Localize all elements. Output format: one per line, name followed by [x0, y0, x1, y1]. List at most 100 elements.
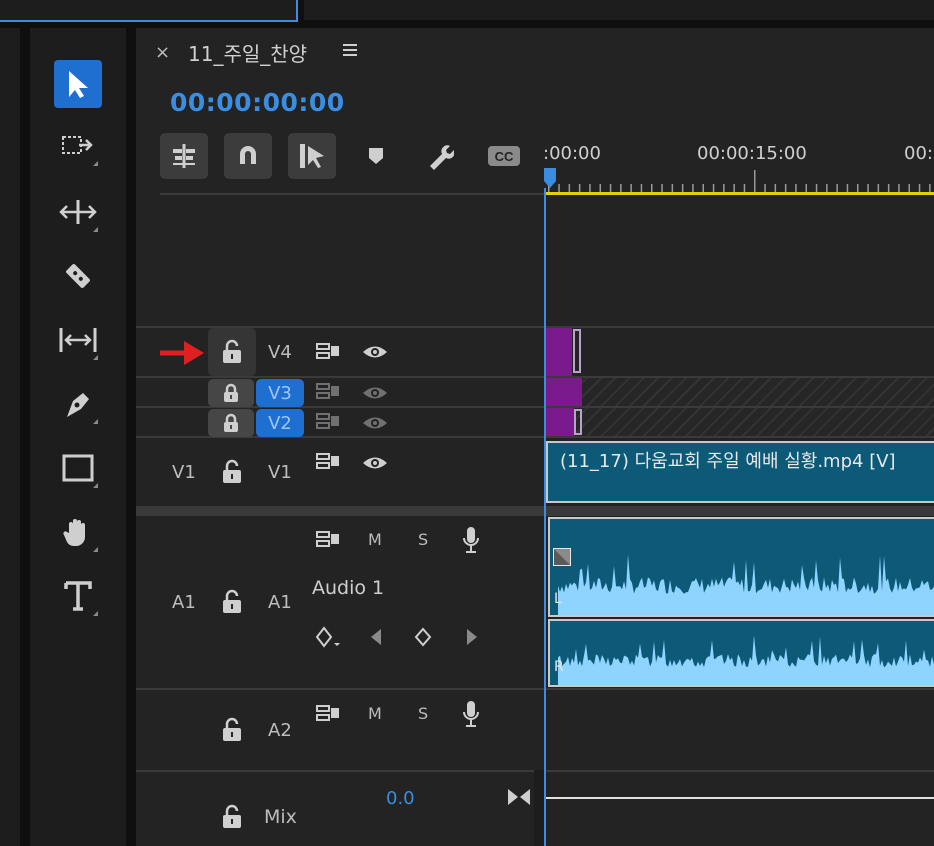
source-patch-a1[interactable]: A1 [172, 592, 196, 613]
channel-label-left: L [554, 591, 562, 607]
add-keyframe-icon[interactable] [413, 626, 433, 648]
keyframe-toggle-box[interactable] [553, 548, 571, 566]
slip-icon [59, 328, 97, 352]
red-pointer-arrow [158, 338, 206, 372]
source-patch-v1[interactable]: V1 [172, 462, 196, 483]
unlock-icon [223, 589, 241, 613]
mute-button-a1[interactable]: M [368, 530, 382, 549]
hand-tool[interactable] [54, 508, 102, 556]
add-marker-button[interactable] [358, 140, 394, 172]
sync-lock-icon[interactable] [314, 450, 342, 474]
track-lock-mix[interactable] [219, 803, 245, 831]
track-name-v2: V2 [268, 412, 292, 434]
sequence-title[interactable]: 11_주일_찬양 [188, 38, 307, 67]
marker-icon [369, 148, 383, 164]
wrench-icon [430, 145, 454, 170]
selection-tool[interactable] [54, 60, 102, 108]
top-left-panel [0, 0, 298, 22]
sync-lock-icon[interactable] [314, 381, 342, 403]
waveform-left [558, 554, 934, 615]
pen-tool[interactable] [54, 380, 102, 428]
track-name-v1: V1 [268, 462, 292, 483]
mute-button-a2[interactable]: M [368, 704, 382, 723]
track-name-v3: V3 [268, 382, 292, 404]
slip-tool[interactable] [54, 316, 102, 364]
v2-clip[interactable] [546, 408, 574, 436]
eye-icon[interactable] [360, 451, 390, 475]
eye-icon[interactable] [360, 412, 390, 434]
playhead-timecode[interactable]: 00:00:00:00 [170, 88, 345, 117]
lock-icon [224, 383, 238, 402]
v3-clip[interactable] [546, 378, 582, 406]
track-divider [136, 326, 934, 328]
mix-volume-value[interactable]: 0.0 [386, 788, 415, 809]
audio-clip-right[interactable]: R [548, 619, 934, 687]
track-target-v2[interactable]: V2 [256, 409, 304, 437]
close-icon[interactable]: × [155, 42, 170, 63]
track-lock-v2[interactable] [208, 409, 254, 437]
type-tool[interactable] [54, 572, 102, 620]
track-target-v3[interactable]: V3 [256, 379, 304, 407]
sync-lock-icon[interactable] [314, 702, 342, 726]
pan-balance-icon[interactable] [507, 786, 531, 808]
sync-lock-icon[interactable] [314, 528, 342, 552]
v2-empty-hatch [546, 408, 934, 436]
video-audio-separator[interactable] [136, 506, 934, 516]
pen-icon [67, 393, 89, 417]
solo-button-a2[interactable]: S [418, 704, 428, 723]
ruler-label-1: 00:00:15:00 [697, 143, 807, 164]
unlock-icon [223, 717, 241, 741]
track-lock-a2[interactable] [219, 716, 245, 744]
video-clip[interactable]: (11_17) 다움교회 주일 예배 실황.mp4 [V] [546, 441, 934, 503]
track-lock-a1[interactable] [219, 588, 245, 616]
v3-empty-hatch [546, 378, 934, 406]
selection-arrow-icon [69, 71, 88, 98]
v2-clip-end[interactable] [574, 409, 582, 435]
razor-tool[interactable] [54, 252, 102, 300]
eye-icon[interactable] [360, 340, 390, 364]
v4-clip-end[interactable] [573, 329, 581, 373]
unlock-icon [223, 459, 241, 483]
linked-selection-button[interactable] [288, 133, 336, 179]
waveform-right [558, 635, 934, 685]
channel-label-right: R [554, 659, 564, 675]
microphone-icon[interactable] [460, 526, 482, 554]
svg-text:CC: CC [495, 149, 514, 164]
track-select-tool[interactable] [54, 122, 102, 170]
microphone-icon[interactable] [460, 700, 482, 728]
video-clip-label: (11_17) 다움교회 주일 예배 실황.mp4 [V] [560, 451, 896, 472]
unlock-icon [223, 339, 241, 363]
mix-track-line [546, 797, 934, 799]
audio-clip-left[interactable]: L [548, 517, 934, 617]
insert-overwrite-icon [173, 144, 195, 168]
hand-icon [63, 519, 85, 547]
linked-selection-icon [300, 144, 324, 168]
razor-icon [66, 264, 90, 288]
sync-lock-icon[interactable] [314, 340, 342, 364]
nest-toggle-button[interactable] [160, 133, 208, 179]
snap-button[interactable] [224, 133, 272, 179]
panel-menu-icon[interactable] [341, 41, 359, 63]
header-divider [160, 193, 544, 195]
track-name-a1: A1 [268, 592, 292, 613]
track-title-a1: Audio 1 [312, 577, 385, 599]
track-divider [136, 688, 934, 690]
v4-clip[interactable] [546, 328, 572, 376]
track-lock-v1[interactable] [219, 458, 245, 486]
playhead-line [544, 188, 546, 846]
track-name-mix: Mix [264, 806, 297, 828]
captions-button[interactable]: CC [486, 140, 522, 172]
sync-lock-icon[interactable] [314, 411, 342, 433]
unlock-icon [223, 804, 241, 828]
next-keyframe-icon[interactable] [462, 626, 482, 648]
time-ruler-ticks[interactable] [544, 168, 934, 198]
track-lock-v3[interactable] [208, 379, 254, 407]
solo-button-a1[interactable]: S [418, 530, 428, 549]
keyframe-dropdown-icon[interactable] [314, 624, 342, 650]
eye-icon[interactable] [360, 382, 390, 404]
track-lock-v4[interactable] [208, 328, 256, 376]
rectangle-tool[interactable] [54, 444, 102, 492]
timeline-settings-button[interactable] [422, 140, 458, 172]
ripple-edit-tool[interactable] [54, 188, 102, 236]
previous-keyframe-icon[interactable] [366, 626, 386, 648]
